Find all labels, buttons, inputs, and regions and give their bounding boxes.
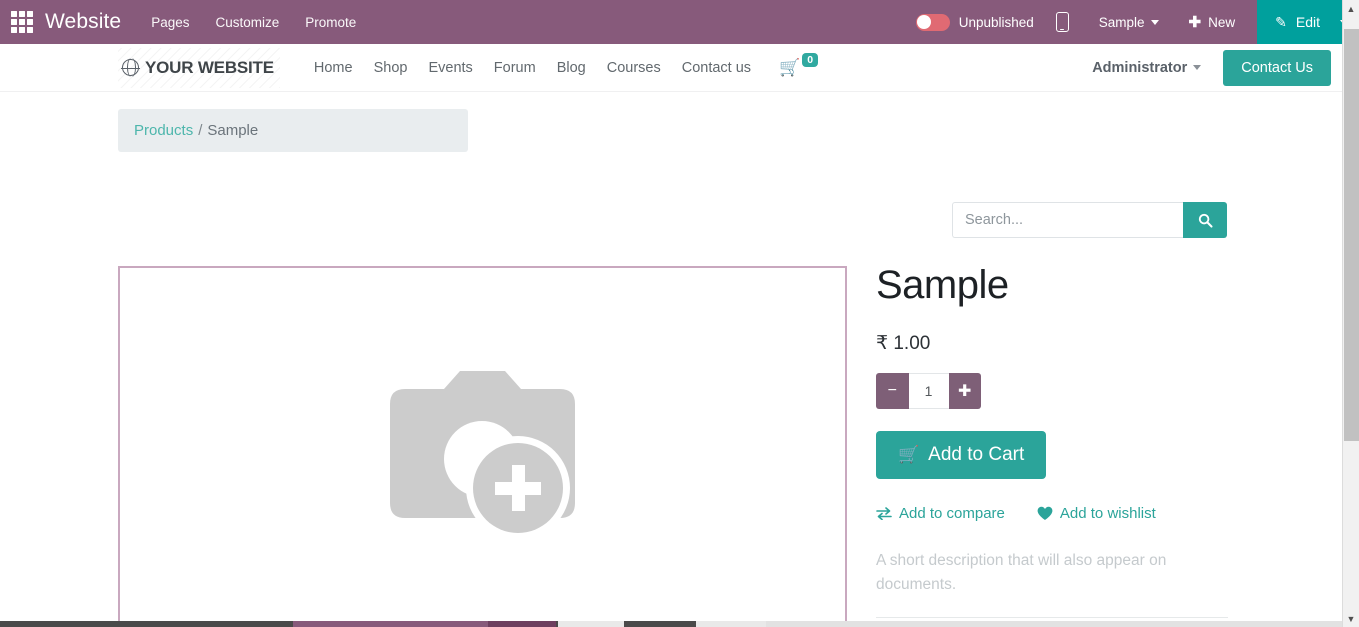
edit-button[interactable]: ✎ Edit xyxy=(1257,0,1336,44)
nav-item-courses[interactable]: Courses xyxy=(607,60,661,76)
add-to-wishlist-link[interactable]: Add to wishlist xyxy=(1037,505,1156,522)
taskbar-item-window-3[interactable] xyxy=(696,621,766,627)
taskbar-empty-area xyxy=(766,621,1342,627)
odoo-top-bar-right: Unpublished Sample ✚ New ✎ Edit xyxy=(915,0,1359,44)
search-button[interactable] xyxy=(1183,202,1227,238)
globe-icon xyxy=(121,58,140,77)
website-header: YOUR WEBSITE Home Shop Events Forum Blog… xyxy=(0,44,1359,92)
breadcrumb-current: Sample xyxy=(207,122,259,139)
breadcrumb-link-products[interactable]: Products xyxy=(134,122,193,139)
minus-icon: − xyxy=(887,382,897,399)
quantity-input[interactable] xyxy=(908,373,949,409)
taskbar-item-active-tab[interactable] xyxy=(488,621,556,627)
breadcrumb-separator: / xyxy=(198,122,203,139)
add-to-cart-button[interactable]: 🛒 Add to Cart xyxy=(876,431,1047,479)
page-selector-dropdown[interactable]: Sample xyxy=(1099,15,1159,30)
scroll-down-button[interactable]: ▼ xyxy=(1343,610,1359,627)
account-dropdown[interactable]: Administrator xyxy=(1092,59,1202,76)
quantity-decrement-button[interactable]: − xyxy=(876,373,909,409)
product-action-links: Add to compare Add to wishlist xyxy=(876,505,1228,522)
exchange-arrows-icon xyxy=(876,507,892,520)
publish-toggle[interactable]: Unpublished xyxy=(915,13,1034,31)
edit-button-label: Edit xyxy=(1295,14,1320,30)
topbar-item-customize[interactable]: Customize xyxy=(215,15,279,30)
add-to-wishlist-label: Add to wishlist xyxy=(1059,505,1156,522)
topbar-item-pages[interactable]: Pages xyxy=(151,15,189,30)
search-input[interactable] xyxy=(952,202,1183,238)
website-header-right: Administrator Contact Us xyxy=(1092,49,1345,86)
product-image-placeholder[interactable] xyxy=(118,266,847,627)
add-to-compare-link[interactable]: Add to compare xyxy=(876,505,1005,522)
vertical-scrollbar[interactable]: ▲ ▼ xyxy=(1342,0,1359,627)
mobile-preview-icon[interactable] xyxy=(1055,12,1069,32)
odoo-top-bar: Website Pages Customize Promote Unpublis… xyxy=(0,0,1359,44)
new-button-label: New xyxy=(1208,14,1236,30)
topbar-item-promote[interactable]: Promote xyxy=(305,15,356,30)
website-logo-text: YOUR WEBSITE xyxy=(145,57,274,77)
cart-button[interactable]: 🛒 0 xyxy=(779,53,819,77)
publish-state-label: Unpublished xyxy=(958,14,1034,30)
nav-item-contact-us[interactable]: Contact us xyxy=(682,60,751,76)
heart-icon xyxy=(1037,506,1053,520)
app-brand-name[interactable]: Website xyxy=(45,10,121,34)
product-price: ₹ 1.00 xyxy=(876,333,931,354)
search-box xyxy=(952,202,1227,238)
breadcrumb: Products / Sample xyxy=(118,109,468,152)
nav-item-blog[interactable]: Blog xyxy=(557,60,586,76)
nav-item-home[interactable]: Home xyxy=(314,60,353,76)
product-detail-column: Sample ₹ 1.00 − ✚ 🛒 Add to Cart Add to c… xyxy=(876,264,1228,627)
scrollbar-thumb[interactable] xyxy=(1344,29,1359,441)
section-divider xyxy=(876,617,1228,619)
account-label: Administrator xyxy=(1092,59,1188,76)
add-to-compare-label: Add to compare xyxy=(899,505,1005,522)
quantity-stepper: − ✚ xyxy=(876,373,981,409)
product-title: Sample xyxy=(876,263,1009,307)
contact-us-button[interactable]: Contact Us xyxy=(1223,49,1331,86)
website-nav: Home Shop Events Forum Blog Courses Cont… xyxy=(314,60,751,76)
website-logo[interactable]: YOUR WEBSITE xyxy=(118,47,280,88)
shopping-cart-icon: 🛒 xyxy=(898,445,920,464)
os-taskbar xyxy=(0,621,1342,627)
product-description: A short description that will also appea… xyxy=(876,552,1167,594)
chevron-down-icon xyxy=(1193,65,1202,70)
taskbar-item-window-2[interactable] xyxy=(558,621,624,627)
page-selector-label: Sample xyxy=(1098,14,1145,30)
camera-add-image-icon xyxy=(390,371,575,540)
nav-item-events[interactable]: Events xyxy=(428,60,472,76)
chevron-down-icon xyxy=(1150,19,1159,25)
breadcrumb-row: Products / Sample xyxy=(0,92,1359,152)
nav-item-shop[interactable]: Shop xyxy=(374,60,408,76)
quantity-increment-button[interactable]: ✚ xyxy=(948,373,981,409)
plus-icon: ✚ xyxy=(958,383,972,400)
plus-icon: ✚ xyxy=(1188,13,1202,31)
taskbar-item-browser[interactable] xyxy=(293,621,488,627)
scrollbar-track[interactable] xyxy=(1343,17,1359,610)
cart-count-badge: 0 xyxy=(802,53,819,67)
publish-toggle-switch[interactable] xyxy=(915,13,950,31)
odoo-top-menu: Pages Customize Promote xyxy=(151,15,356,30)
shopping-cart-icon: 🛒 xyxy=(779,58,801,77)
apps-grid-icon[interactable] xyxy=(11,11,33,33)
nav-item-forum[interactable]: Forum xyxy=(494,60,536,76)
add-to-cart-label: Add to Cart xyxy=(928,444,1025,465)
pencil-icon: ✎ xyxy=(1275,13,1287,30)
new-button[interactable]: ✚ New xyxy=(1189,15,1236,30)
page-content: Products/Sample Sample ₹ 1.00 − xyxy=(0,92,1359,627)
scroll-up-button[interactable]: ▲ xyxy=(1343,0,1359,17)
search-icon xyxy=(1198,213,1213,228)
